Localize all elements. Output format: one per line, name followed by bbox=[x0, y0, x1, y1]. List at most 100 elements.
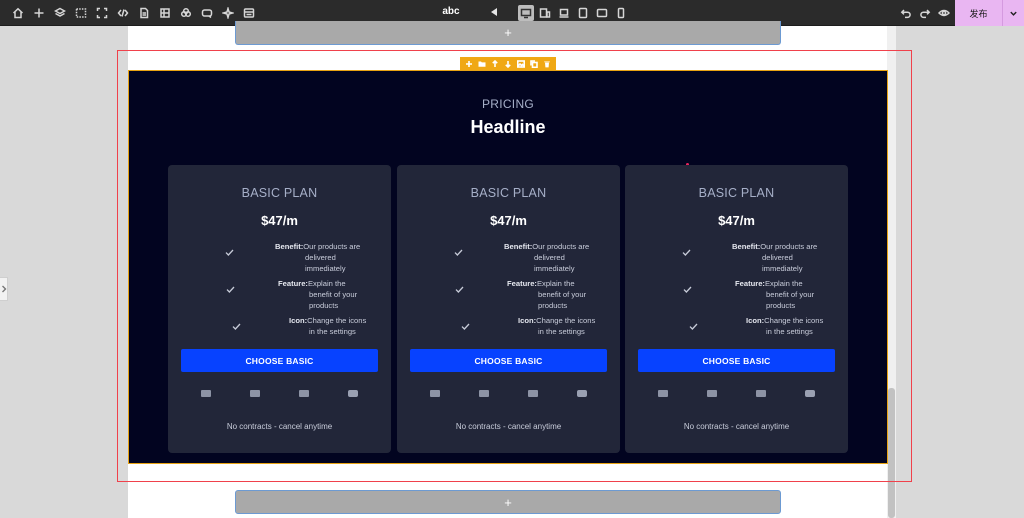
plan-name: BASIC PLAN bbox=[241, 186, 318, 200]
left-panel-toggle[interactable] bbox=[0, 277, 8, 301]
card-icon bbox=[658, 390, 668, 397]
folder-icon[interactable] bbox=[477, 59, 486, 68]
feature-icon-line2: in the settings bbox=[766, 327, 813, 336]
image-icon[interactable] bbox=[517, 59, 526, 68]
feature-benefit-line3: immediately bbox=[534, 264, 575, 273]
tablet-landscape-icon[interactable] bbox=[595, 6, 609, 20]
site-title: abc bbox=[442, 6, 460, 17]
home-icon[interactable] bbox=[11, 6, 25, 20]
pricing-eyebrow: PRICING bbox=[481, 97, 535, 111]
choose-basic-button[interactable]: CHOOSE BASIC bbox=[638, 349, 835, 372]
tablet-portrait-icon[interactable] bbox=[576, 6, 590, 20]
sparkle-icon[interactable] bbox=[221, 6, 235, 20]
chevron-down-icon bbox=[1010, 11, 1017, 16]
plan-name: BASIC PLAN bbox=[470, 186, 547, 200]
card-icon bbox=[756, 390, 766, 397]
check-icon bbox=[226, 280, 235, 293]
card-icon bbox=[250, 390, 260, 397]
add-section-above[interactable]: + bbox=[235, 21, 781, 45]
card-icon bbox=[528, 390, 538, 397]
wallet-icon bbox=[805, 390, 815, 397]
add-section-below[interactable]: + bbox=[235, 490, 781, 514]
feature-benefit-line2: delivered bbox=[762, 253, 793, 262]
plus-icon[interactable] bbox=[32, 6, 46, 20]
card-icon bbox=[479, 390, 489, 397]
plan-price: $47/m bbox=[261, 213, 298, 228]
move-up-icon[interactable] bbox=[490, 59, 499, 68]
plan-name: BASIC PLAN bbox=[698, 186, 775, 200]
laptop-icon[interactable] bbox=[557, 6, 571, 20]
choose-basic-button[interactable]: CHOOSE BASIC bbox=[410, 349, 607, 372]
components-icon[interactable] bbox=[158, 6, 172, 20]
cancel-note: No contracts - cancel anytime bbox=[455, 422, 562, 431]
redo-icon[interactable] bbox=[918, 6, 932, 20]
feature-feature: Feature:Explain the bbox=[278, 279, 346, 288]
feature-feature: Feature:Explain the bbox=[507, 279, 575, 288]
feature-feature-line2: benefit of your bbox=[766, 290, 815, 299]
collapse-arrow-icon[interactable] bbox=[491, 8, 497, 16]
section-toolbar bbox=[460, 57, 556, 70]
feature-feature-line2: benefit of your bbox=[538, 290, 587, 299]
preview-eye-icon[interactable] bbox=[937, 6, 951, 20]
delete-icon[interactable] bbox=[543, 59, 552, 68]
check-icon bbox=[683, 280, 692, 293]
feature-feature-line3: products bbox=[538, 301, 568, 310]
plan-price: $47/m bbox=[718, 213, 755, 228]
feature-feature-line3: products bbox=[309, 301, 339, 310]
mobile-icon[interactable] bbox=[614, 6, 628, 20]
feature-feature-line2: benefit of your bbox=[309, 290, 358, 299]
pricing-card: BASIC PLAN $47/m Benefit:Our products ar… bbox=[397, 165, 620, 453]
check-icon bbox=[454, 243, 463, 256]
feature-benefit-line2: delivered bbox=[305, 253, 336, 262]
tablet-mobile-icon[interactable] bbox=[538, 6, 552, 20]
feature-icon: Icon:Change the icons bbox=[746, 316, 824, 325]
chevron-right-icon bbox=[1, 285, 6, 293]
card-icon bbox=[201, 390, 211, 397]
cloud-icon[interactable] bbox=[179, 6, 193, 20]
fullscreen-icon[interactable] bbox=[95, 6, 109, 20]
code-icon[interactable] bbox=[116, 6, 130, 20]
card-icon bbox=[707, 390, 717, 397]
wallet-icon bbox=[348, 390, 358, 397]
feature-benefit: Benefit:Our products are bbox=[732, 242, 818, 251]
choose-basic-button[interactable]: CHOOSE BASIC bbox=[181, 349, 378, 372]
pricing-card: BASIC PLAN $47/m Benefit:Our products ar… bbox=[625, 165, 848, 453]
form-icon[interactable] bbox=[242, 6, 256, 20]
pricing-card: BASIC PLAN $47/m Benefit:Our products ar… bbox=[168, 165, 391, 453]
plan-price: $47/m bbox=[490, 213, 527, 228]
feature-icon: Icon:Change the icons bbox=[518, 316, 596, 325]
layers-icon[interactable] bbox=[53, 6, 67, 20]
page-icon[interactable] bbox=[137, 6, 151, 20]
feature-icon-line2: in the settings bbox=[538, 327, 585, 336]
check-icon bbox=[461, 317, 470, 330]
card-icon bbox=[299, 390, 309, 397]
add-icon[interactable] bbox=[464, 59, 473, 68]
pricing-headline: Headline bbox=[470, 117, 546, 137]
feature-benefit-line3: immediately bbox=[305, 264, 346, 273]
wallet-icon bbox=[577, 390, 587, 397]
feature-feature-line3: products bbox=[766, 301, 796, 310]
publish-button[interactable]: 发布 bbox=[955, 0, 1002, 26]
select-icon[interactable] bbox=[74, 6, 88, 20]
feature-icon-line2: in the settings bbox=[309, 327, 356, 336]
feature-benefit-line3: immediately bbox=[762, 264, 803, 273]
check-icon bbox=[689, 317, 698, 330]
cancel-note: No contracts - cancel anytime bbox=[683, 422, 790, 431]
feature-benefit: Benefit:Our products are bbox=[275, 242, 361, 251]
undo-icon[interactable] bbox=[899, 6, 913, 20]
check-icon bbox=[682, 243, 691, 256]
move-down-icon[interactable] bbox=[503, 59, 512, 68]
feature-benefit: Benefit:Our products are bbox=[504, 242, 590, 251]
card-icon bbox=[430, 390, 440, 397]
feature-icon: Icon:Change the icons bbox=[289, 316, 367, 325]
desktop-icon[interactable] bbox=[518, 5, 534, 21]
check-icon bbox=[455, 280, 464, 293]
check-icon bbox=[225, 243, 234, 256]
duplicate-icon[interactable] bbox=[530, 59, 539, 68]
cancel-note: No contracts - cancel anytime bbox=[226, 422, 333, 431]
publish-dropdown[interactable] bbox=[1002, 0, 1024, 26]
magic-icon[interactable] bbox=[200, 6, 214, 20]
check-icon bbox=[232, 317, 241, 330]
feature-feature: Feature:Explain the bbox=[735, 279, 803, 288]
feature-benefit-line2: delivered bbox=[534, 253, 565, 262]
